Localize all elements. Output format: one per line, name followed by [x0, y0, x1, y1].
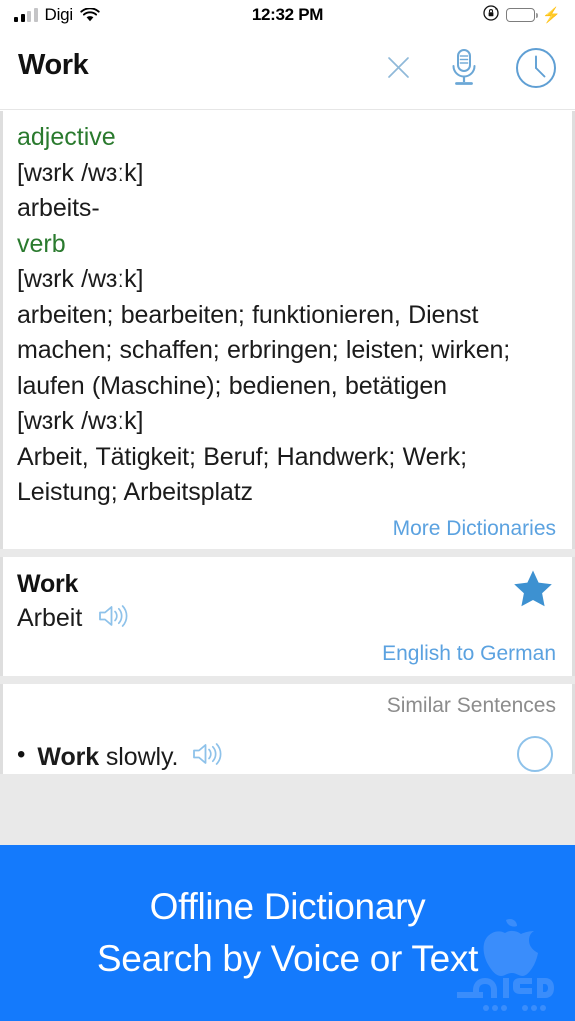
rotation-lock-icon — [483, 4, 499, 26]
carrier-label: Digi — [44, 5, 74, 24]
definition-meanings: Arbeit, Tätigkeit; Beruf; Handwerk; Werk… — [17, 442, 467, 507]
promo-banner: Offline Dictionary Search by Voice or Te… — [0, 845, 575, 1021]
definition-meanings: arbeiten; bearbeiten; funktionieren, Die… — [17, 300, 511, 400]
part-of-speech-label: verb — [17, 229, 66, 258]
part-of-speech-label: adjective — [17, 123, 116, 151]
definition-card: adjective [wɜrk /wɜːk] arbeits- verb [wɜ… — [0, 111, 575, 549]
wifi-icon — [80, 7, 100, 23]
language-pair-link[interactable]: English to German — [17, 642, 556, 666]
similar-sentences-card: Similar Sentences • Work slowly. — [0, 683, 575, 774]
translation-card: Work Arbeit English to German — [0, 556, 575, 676]
promo-banner-line-1: Offline Dictionary — [149, 886, 426, 927]
translation-meaning-row: Arbeit — [17, 602, 558, 635]
status-bar-right: ⚡ — [483, 4, 561, 26]
signal-bars-icon — [14, 7, 38, 22]
similar-sentences-header: Similar Sentences — [386, 693, 556, 717]
list-item: • Work slowly. — [17, 735, 558, 774]
translation-source-word: Work — [17, 569, 79, 598]
status-bar: Digi 12:32 PM ⚡ — [0, 0, 575, 30]
phonetic-transcription: [wɜrk /wɜːk] — [17, 158, 144, 187]
bullet-icon: • — [17, 740, 26, 768]
page-title: Work — [18, 49, 89, 81]
close-x-icon[interactable] — [384, 53, 413, 82]
definition-meanings: arbeits- — [17, 194, 100, 222]
speaker-audio-icon[interactable] — [96, 602, 130, 635]
clock-history-icon[interactable] — [515, 47, 557, 89]
more-dictionaries-link[interactable]: More Dictionaries — [17, 517, 556, 541]
battery-icon — [506, 8, 539, 22]
star-filled-icon[interactable] — [513, 569, 553, 611]
sentence-rest: slowly. — [99, 742, 179, 771]
sentence-keyword: Work — [37, 742, 100, 771]
circle-outline-icon[interactable] — [517, 735, 553, 772]
header-actions — [384, 47, 557, 89]
lightning-bolt-icon: ⚡ — [542, 6, 561, 24]
status-bar-left: Digi — [14, 5, 100, 25]
sentence-text: Work slowly. — [37, 740, 178, 774]
phonetic-transcription: [wɜrk /wɜːk] — [17, 407, 144, 435]
microphone-icon[interactable] — [446, 47, 482, 89]
scroll-content[interactable]: adjective [wɜrk /wɜːk] arbeits- verb [wɜ… — [0, 111, 575, 845]
app-header: Work — [0, 30, 575, 110]
phonetic-transcription: [wɜrk /wɜːk] — [17, 265, 144, 293]
speaker-audio-icon[interactable] — [190, 740, 224, 773]
translation-target-word: Arbeit — [17, 604, 83, 632]
promo-banner-line-2: Search by Voice or Text — [96, 938, 479, 979]
